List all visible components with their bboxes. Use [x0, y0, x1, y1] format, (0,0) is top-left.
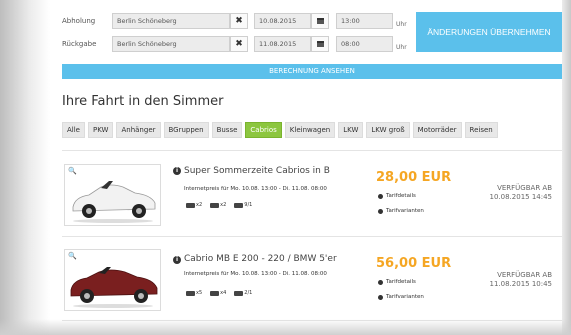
info-icon	[378, 193, 383, 199]
car-price: 56,00 EUR	[376, 256, 452, 271]
availability: VERFÜGBAR AB 11.08.2015 10:45	[489, 271, 552, 288]
car-title[interactable]: Cabrio MB E 200 - 220 / BMW 5'er	[184, 254, 337, 264]
car-features: x5 x4 2/1	[186, 290, 252, 296]
pickup-calendar-button[interactable]	[311, 13, 329, 29]
divider	[62, 150, 562, 151]
tarif-variants-link[interactable]: Tarifvarianten	[378, 294, 424, 300]
left-shadow	[0, 0, 50, 335]
tarif-variants-link[interactable]: Tarifvarianten	[378, 208, 424, 214]
tarif-details-link[interactable]: Tarifdetails	[378, 193, 416, 199]
car-image[interactable]: 🔍	[64, 249, 161, 311]
info-icon	[378, 208, 383, 214]
info-icon	[378, 279, 383, 285]
return-time-field[interactable]: 08:00	[336, 36, 393, 52]
tab-alle[interactable]: Alle	[62, 122, 85, 138]
tab-bgruppen[interactable]: BGruppen	[163, 122, 209, 138]
close-icon: ✖	[235, 16, 243, 26]
return-time-unit: Uhr	[396, 44, 407, 51]
seats-icon	[186, 290, 195, 296]
tab-reisen[interactable]: Reisen	[464, 122, 498, 138]
car-price: 28,00 EUR	[376, 170, 452, 185]
car-illustration	[72, 181, 156, 223]
info-icon[interactable]: i	[173, 256, 181, 264]
tab-anhaenger[interactable]: Anhänger	[116, 122, 161, 138]
booking-panel: Abholung Berlin Schöneberg ✖ 10.08.2015 …	[52, 0, 562, 335]
clear-return-button[interactable]: ✖	[230, 36, 248, 52]
tarif-details-link[interactable]: Tarifdetails	[378, 279, 416, 285]
calendar-icon	[316, 18, 324, 24]
availability: VERFÜGBAR AB 10.08.2015 14:45	[489, 184, 552, 201]
pickup-time-field[interactable]: 13:00	[336, 13, 393, 29]
zoom-icon: 🔍	[68, 252, 77, 260]
price-note: Internetpreis für Mo. 10.08. 13:00 - Di.…	[184, 271, 327, 277]
luggage-icon	[210, 202, 220, 208]
view-calculation-button[interactable]: BERECHNUNG ANSEHEN	[62, 64, 562, 79]
divider	[62, 236, 562, 237]
tab-pkw[interactable]: PKW	[88, 122, 114, 138]
info-icon[interactable]: i	[173, 167, 181, 175]
category-tabs: Alle PKW Anhänger BGruppen Busse Cabrios…	[62, 122, 498, 138]
doors-icon	[234, 290, 244, 296]
bottom-shadow	[0, 319, 571, 335]
apply-changes-button[interactable]: ÄNDERUNGEN ÜBERNEHMEN	[416, 12, 562, 52]
return-label: Rückgabe	[62, 40, 97, 48]
page-title: Ihre Fahrt in den Simmer	[62, 94, 224, 109]
calendar-icon	[316, 41, 324, 47]
tab-kleinwagen[interactable]: Kleinwagen	[284, 122, 336, 138]
clear-pickup-button[interactable]: ✖	[230, 13, 248, 29]
tab-lkw-gross[interactable]: LKW groß	[366, 122, 410, 138]
zoom-icon: 🔍	[68, 167, 77, 175]
tab-lkw[interactable]: LKW	[338, 122, 364, 138]
car-title[interactable]: Super Sommerzeite Cabrios in B	[184, 166, 330, 176]
pickup-location-field[interactable]: Berlin Schöneberg	[112, 13, 230, 29]
pickup-time-unit: Uhr	[396, 21, 407, 28]
seats-icon	[186, 202, 195, 208]
luggage-icon	[210, 290, 220, 296]
price-note: Internetpreis für Mo. 10.08. 13:00 - Di.…	[184, 186, 327, 192]
car-illustration	[70, 267, 158, 308]
close-icon: ✖	[235, 39, 243, 49]
car-features: x2 x2 9/1	[186, 202, 252, 208]
tab-cabrios[interactable]: Cabrios	[245, 122, 282, 138]
doors-icon	[234, 202, 244, 208]
car-image[interactable]: 🔍	[64, 164, 161, 226]
return-calendar-button[interactable]	[311, 36, 329, 52]
return-date-field[interactable]: 11.08.2015	[254, 36, 311, 52]
return-location-field[interactable]: Berlin Schöneberg	[112, 36, 230, 52]
tab-busse[interactable]: Busse	[211, 122, 243, 138]
pickup-date-field[interactable]: 10.08.2015	[254, 13, 311, 29]
pickup-label: Abholung	[62, 17, 96, 25]
info-icon	[378, 294, 383, 300]
tab-motorraeder[interactable]: Motorräder	[412, 122, 462, 138]
